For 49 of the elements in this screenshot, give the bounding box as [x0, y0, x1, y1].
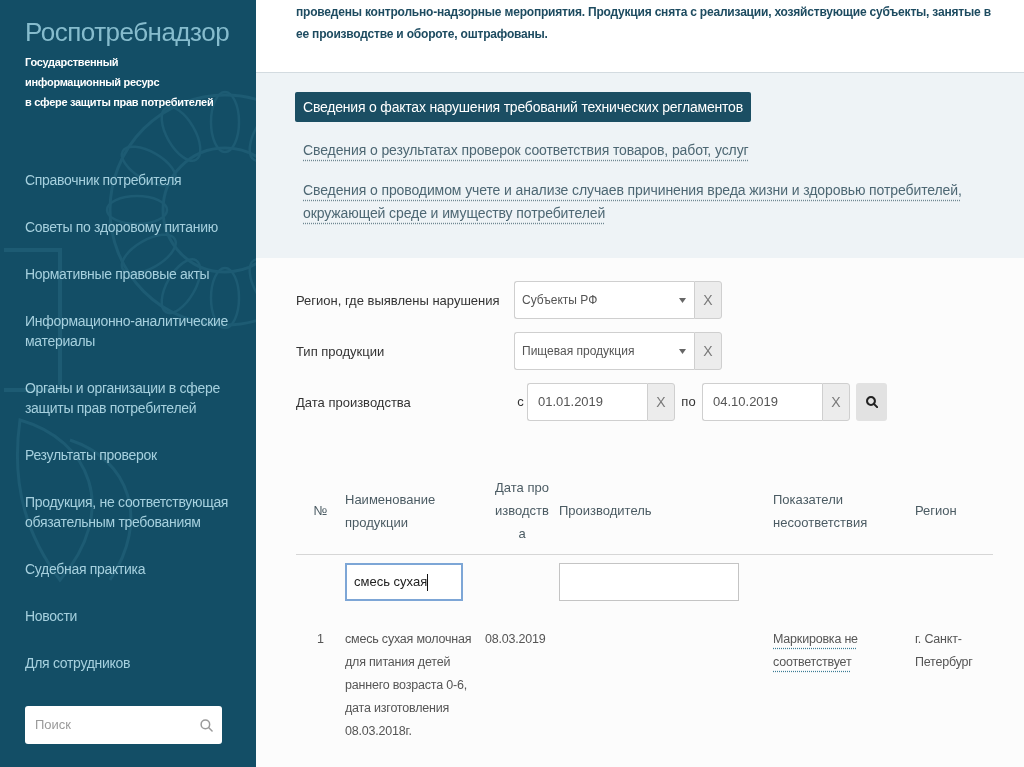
column-header: № [313, 503, 328, 518]
range-label: по [680, 393, 697, 412]
column-header: Показатели несоответствия [773, 491, 868, 530]
range-label: с [516, 393, 525, 412]
search-button[interactable] [856, 383, 887, 421]
search-icon [865, 396, 878, 408]
nav-link[interactable]: Судебная практика [25, 559, 146, 579]
clear-button[interactable]: X [647, 383, 675, 421]
nav-link[interactable]: Нормативные правовые акты [25, 264, 210, 284]
table-cell: 1 [317, 632, 324, 646]
table-cell: г. Санкт-Петербург [915, 632, 973, 669]
tab[interactable]: Сведения о фактах нарушения требований технических регламентов [295, 92, 751, 122]
column-header: Дата производства [495, 480, 549, 541]
filter-field[interactable]: смесь сухая [345, 563, 463, 601]
column-header: Регион [915, 503, 957, 518]
site-subtitle: Государственный информационный ресурс в сфере защиты прав потребителей [25, 55, 214, 110]
clear-button[interactable]: X [694, 281, 722, 319]
nav-link[interactable]: Результаты проверок [25, 445, 157, 465]
filter-label: Регион, где выявлены нарушения [296, 293, 500, 308]
nav-link[interactable]: Информационно-аналитические материалы [25, 311, 250, 351]
column-header: Производитель [559, 503, 652, 518]
filter-label: Дата производства [296, 395, 411, 410]
text-cursor-icon [427, 573, 429, 591]
site-title: Роспотребнадзор [25, 16, 230, 49]
search-field[interactable]: Поиск [25, 706, 222, 744]
caret-icon [679, 348, 686, 354]
date-field[interactable]: 04.10.2019 [702, 383, 822, 421]
search-icon [200, 718, 213, 732]
nav-link[interactable]: Новости [25, 606, 78, 626]
caret-icon [679, 297, 686, 303]
filter-label: Тип продукции [296, 344, 385, 359]
clear-button[interactable]: X [694, 332, 722, 370]
column-header: Наименование продукции [345, 491, 436, 530]
table-cell: смесь сухая молочная для питания детей раннего возраста 0-6, дата изготовления 08.03.2018г. [345, 632, 472, 738]
nav-link[interactable]: Советы по здоровому питанию [25, 217, 218, 237]
select-field[interactable]: Субъекты РФ [514, 281, 694, 319]
select-field[interactable]: Пищевая продукция [514, 332, 694, 370]
nav-link[interactable]: Органы и организации в сфере защиты прав потребителей [25, 378, 250, 418]
filter-field[interactable] [559, 563, 739, 601]
clear-button[interactable]: X [822, 383, 850, 421]
nav-link[interactable]: Для сотрудников [25, 653, 131, 673]
nav-link[interactable]: Справочник потребителя [25, 170, 182, 190]
nav-link[interactable]: Продукция, не соответствующая обязательным требованиям [25, 492, 250, 532]
tab[interactable]: Сведения о результатах проверок соответствия товаров, работ, услуг [303, 139, 749, 162]
table-cell: 08.03.2019 [485, 632, 546, 646]
intro-text: проведены контрольно-надзорные мероприятия. Продукция снята с реализации, хозяйствующие субъекты, занятые в ее производстве и обороте, оштрафованы. [296, 4, 992, 43]
defect-link[interactable]: Маркировка не соответствует [773, 628, 873, 674]
date-field[interactable]: 01.01.2019 [527, 383, 647, 421]
tab[interactable]: Сведения о проводимом учете и анализе случаев причинения вреда жизни и здоровью потребителей, окружающей среде и имуществу потребителей [303, 179, 984, 225]
